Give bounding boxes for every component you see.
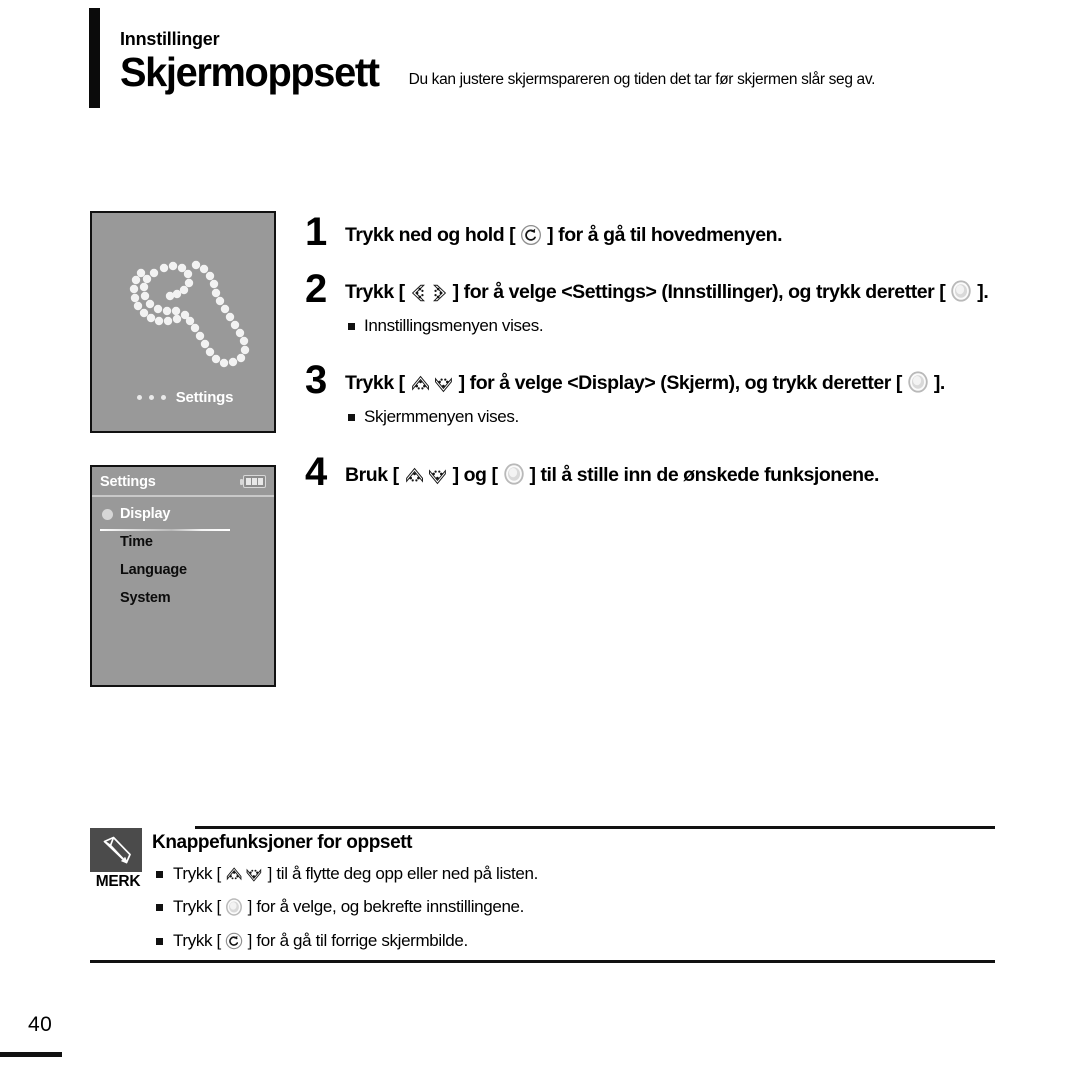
- note-title: Knappefunksjoner for oppsett: [152, 832, 413, 853]
- step-body: Trykk [ ] for å velge <Display> (Skjerm)…: [345, 362, 1025, 429]
- note-line-2: Trykk [ ] for å velge, og bekrefte innst…: [156, 896, 995, 917]
- step-body: Bruk [ ] og [ ] til å stille inn de ønsk…: [345, 454, 1025, 490]
- header-eyebrow: Innstillinger: [120, 29, 220, 49]
- note-line-pre: Trykk [: [173, 930, 226, 950]
- step-1: 1 Trykk ned og hold [ ] for å gå til hov…: [305, 210, 1025, 254]
- step-3: 3 Trykk [ ] for å velge <Display> (Skjer…: [305, 357, 1025, 429]
- step-2: 2 Trykk [ ] for å velge <Settings> (Inns…: [305, 266, 1025, 338]
- manual-page: Innstillinger Skjermoppsett Du kan juste…: [0, 0, 1080, 1080]
- splash-dots-icon: [136, 395, 166, 400]
- selection-underline: [100, 529, 230, 531]
- page-subtitle: Du kan justere skjermspareren og tiden d…: [408, 70, 876, 88]
- device-screen-settings-menu: Settings Display Time Language System: [90, 465, 276, 687]
- note-line-3: Trykk [ ] for å gå til forrige skjermbil…: [156, 930, 995, 951]
- menu-item-label: Display: [120, 506, 171, 522]
- menu-item-system[interactable]: System: [92, 584, 274, 612]
- step-number: 1: [305, 210, 327, 254]
- step-text-part: Trykk [: [345, 371, 410, 394]
- return-button-icon: [521, 225, 542, 245]
- select-button-icon: [951, 280, 972, 302]
- splash-label: Settings: [175, 389, 234, 406]
- left-right-button-icon: [411, 284, 446, 302]
- step-subnote-text: Skjermmenyen vises.: [364, 407, 519, 427]
- step-subnote: Skjermmenyen vises.: [348, 406, 1025, 428]
- step-text-part: ].: [972, 280, 989, 303]
- menu-item-time[interactable]: Time: [92, 528, 274, 556]
- step-body: Trykk ned og hold [ ] for å gå til hoved…: [345, 214, 1025, 250]
- step-text-part: Trykk ned og hold [: [345, 224, 521, 246]
- step-number: 4: [305, 450, 327, 495]
- menu-item-label: System: [120, 590, 171, 606]
- step-text: Trykk [ ] for å velge <Settings> (Innsti…: [345, 279, 1025, 307]
- note-bottom-rule: [90, 960, 995, 963]
- step-text-part: ] for å velge <Display> (Skjerm), og try…: [453, 371, 907, 394]
- note-line-post: ] for å gå til forrige skjermbilde.: [243, 930, 469, 950]
- step-text-part: Trykk [: [345, 280, 410, 303]
- note-line-1: Trykk [ ] til å flytte deg opp eller ned…: [156, 863, 995, 884]
- wrench-dotted-icon: [129, 260, 250, 368]
- step-number: 3: [305, 357, 327, 402]
- header-title-row: Skjermoppsett Du kan justere skjermspare…: [120, 52, 875, 93]
- menu-item-display[interactable]: Display: [92, 500, 274, 528]
- step-number: 2: [305, 266, 327, 311]
- step-text-part: ] for å gå til hovedmenyen.: [542, 224, 783, 246]
- instruction-steps: 1 Trykk ned og hold [ ] for å gå til hov…: [305, 210, 1025, 495]
- note-badge-box: [90, 828, 142, 872]
- up-down-button-icon: [411, 375, 452, 392]
- up-down-button-icon: [405, 468, 446, 485]
- note-box: MERK Knappefunksjoner for oppsett Trykk …: [90, 826, 995, 963]
- step-text-part: ] til å stille inn de ønskede funksjonen…: [524, 464, 879, 487]
- page-header: Innstillinger Skjermoppsett Du kan juste…: [120, 30, 875, 93]
- step-text-part: ] for å velge <Settings> (Innstillinger)…: [447, 280, 951, 303]
- menu-item-label: Time: [120, 534, 153, 550]
- bullet-square-icon: [156, 871, 163, 878]
- bullet-square-icon: [156, 904, 163, 912]
- note-badge-label: MERK: [95, 873, 141, 890]
- step-text: Trykk [ ] for å velge <Display> (Skjerm)…: [345, 370, 1025, 398]
- step-text-part: ].: [928, 371, 945, 394]
- up-down-button-icon: [227, 867, 262, 882]
- page-title: Skjermoppsett: [120, 49, 380, 95]
- note-top-rule: [195, 826, 995, 829]
- header-accent-bar: [89, 8, 100, 108]
- bullet-square-icon: [156, 937, 163, 945]
- battery-icon: [240, 475, 266, 488]
- note-line-text: Trykk [ ] for å gå til forrige skjermbil…: [173, 930, 468, 951]
- note-badge: MERK: [90, 828, 146, 891]
- selected-bullet-icon: [102, 508, 113, 520]
- bullet-square-icon: [348, 323, 355, 331]
- bullet-square-icon: [348, 414, 355, 422]
- return-button-icon: [226, 932, 243, 949]
- note-line-post: ] for å velge, og bekrefte innstillingen…: [243, 897, 525, 917]
- note-content: Knappefunksjoner for oppsett Trykk [ ] t…: [152, 826, 995, 951]
- select-button-icon: [908, 370, 928, 393]
- device-screen-settings-splash: Settings: [90, 211, 276, 433]
- step-text: Bruk [ ] og [ ] til å stille inn de ønsk…: [345, 462, 1025, 490]
- note-line-pre: Trykk [: [173, 897, 226, 917]
- footer-rule: [0, 1052, 62, 1057]
- menu-title: Settings: [100, 473, 156, 490]
- menu-list: Display Time Language System: [92, 500, 274, 612]
- menu-item-language[interactable]: Language: [92, 556, 274, 584]
- step-text-part: Bruk [: [345, 464, 404, 487]
- note-line-pre: Trykk [: [173, 864, 226, 883]
- step-body: Trykk [ ] for å velge <Settings> (Innsti…: [345, 271, 1025, 338]
- select-button-icon: [226, 898, 243, 916]
- step-subnote-text: Innstillingsmenyen vises.: [364, 316, 544, 336]
- menu-title-row: Settings: [92, 469, 274, 494]
- menu-separator: [92, 495, 274, 497]
- step-text-part: ] og [: [447, 464, 503, 487]
- select-button-icon: [503, 463, 524, 485]
- note-line-text: Trykk [ ] for å velge, og bekrefte innst…: [173, 896, 524, 917]
- note-line-text: Trykk [ ] til å flytte deg opp eller ned…: [173, 863, 538, 884]
- step-text: Trykk ned og hold [ ] for å gå til hoved…: [345, 222, 1025, 250]
- splash-label-row: Settings: [92, 389, 274, 406]
- menu-item-label: Language: [120, 562, 187, 578]
- note-line-post: ] til å flytte deg opp eller ned på list…: [263, 864, 539, 883]
- page-number: 40: [28, 1013, 53, 1036]
- pencil-icon: [103, 836, 131, 864]
- step-subnote: Innstillingsmenyen vises.: [348, 315, 1025, 337]
- step-4: 4 Bruk [ ] og [ ] til å stille inn de øn…: [305, 450, 1025, 495]
